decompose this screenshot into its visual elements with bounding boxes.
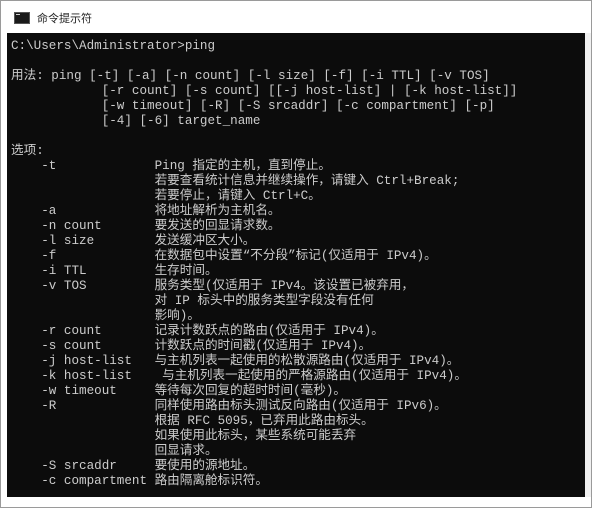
console-line: -i TTL 生存时间。 (11, 264, 218, 278)
console-line: 影响)。 (11, 309, 200, 323)
console-line: [-r count] [-s count] [[-j host-list] | … (11, 84, 518, 98)
console-line: -v TOS 服务类型(仅适用于 IPv4。该设置已被弃用， (11, 279, 415, 293)
console-line: -R 同样使用路由标头测试反向路由(仅适用于 IPv6)。 (11, 399, 447, 413)
console-line: -f 在数据包中设置“不分段”标记(仅适用于 IPv4)。 (11, 249, 437, 263)
window-title: 命令提示符 (37, 12, 92, 25)
console-line: -c compartment 路由隔离舱标识符。 (11, 474, 268, 488)
console-icon (14, 12, 30, 24)
console-line: -l size 发送缓冲区大小。 (11, 234, 256, 248)
console-line: 如果使用此标头，某些系统可能丢弃 (11, 429, 357, 443)
console-line: -t Ping 指定的主机，直到停止。 (11, 159, 331, 173)
console-line: 根据 RFC 5095，已弃用此路由标头。 (11, 414, 374, 428)
console-line: 选项: (11, 144, 44, 158)
console-line: -w timeout 等待每次回复的超时时间(毫秒)。 (11, 384, 347, 398)
console-line: -k host-list 与主机列表一起使用的严格源路由(仅适用于 IPv4)。 (11, 369, 467, 383)
console-line: 若要停止，请键入 Ctrl+C。 (11, 189, 321, 203)
console-line: -S srcaddr 要使用的源地址。 (11, 459, 256, 473)
title-bar[interactable]: 命令提示符 (1, 1, 591, 33)
console-line: -j host-list 与主机列表一起使用的松散源路由(仅适用于 IPv4)。 (11, 354, 460, 368)
console-line: [-w timeout] [-R] [-S srcaddr] [-c compa… (11, 99, 495, 113)
console-output[interactable]: C:\Users\Administrator>ping 用法: ping [-t… (7, 33, 585, 497)
console-line: 用法: ping [-t] [-a] [-n count] [-l size] … (11, 69, 490, 83)
console-line: C:\Users\Administrator>ping (11, 39, 216, 53)
console-line: [-4] [-6] target_name (11, 114, 261, 128)
console-line: -s count 计数跃点的时间戳(仅适用于 IPv4)。 (11, 339, 372, 353)
scrollbar[interactable] (585, 33, 591, 497)
command-prompt-window: 命令提示符 C:\Users\Administrator>ping 用法: pi… (0, 0, 592, 508)
console-line: 若要查看统计信息并继续操作，请键入 Ctrl+Break; (11, 174, 460, 188)
console-line: 回显请求。 (11, 444, 218, 458)
console-line: -r count 记录计数跃点的路由(仅适用于 IPv4)。 (11, 324, 384, 338)
console-line: -n count 要发送的回显请求数。 (11, 219, 281, 233)
console-line: 对 IP 标头中的服务类型字段没有任何 (11, 294, 374, 308)
console-line: -a 将地址解析为主机名。 (11, 204, 281, 218)
